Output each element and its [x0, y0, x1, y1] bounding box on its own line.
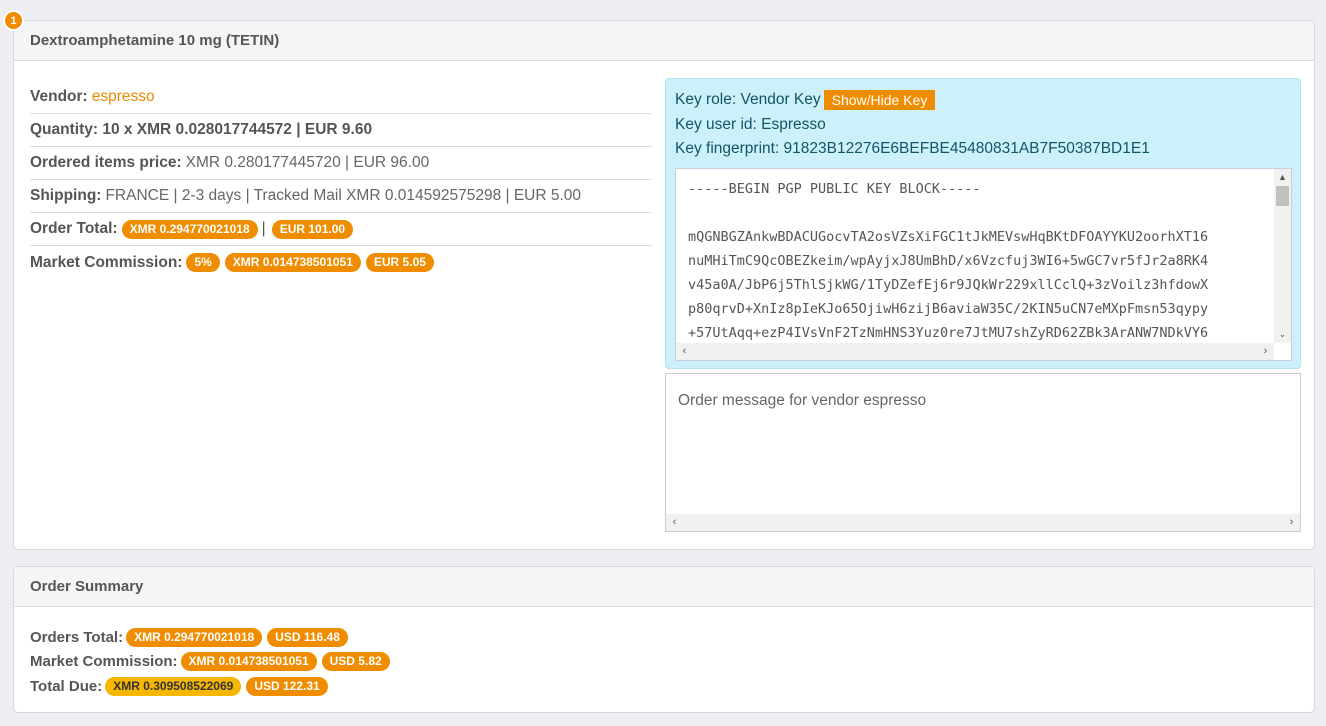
order-total-label: Order Total:	[30, 220, 118, 237]
commission-eur-badge: EUR 5.05	[365, 253, 434, 272]
scroll-up-icon[interactable]: ▲	[1274, 169, 1291, 186]
scroll-right-icon[interactable]: ›	[1283, 514, 1300, 531]
pgp-key-textarea[interactable]: -----BEGIN PGP PUBLIC KEY BLOCK----- mQG…	[675, 168, 1292, 361]
order-message-box: ‹ ›	[665, 373, 1301, 532]
summary-commission-row: Market Commission: XMR 0.014738501051 US…	[30, 650, 395, 675]
shipping-label: Shipping:	[30, 187, 102, 204]
shipping-row: Shipping: FRANCE | 2-3 days | Tracked Ma…	[30, 180, 652, 213]
commission-xmr-badge: XMR 0.014738501051	[224, 253, 361, 272]
pgp-vertical-scrollbar[interactable]: ▲ ⌄	[1274, 169, 1291, 343]
commission-pct-badge: 5%	[186, 253, 220, 272]
vendor-link[interactable]: espresso	[92, 88, 155, 106]
commission-row: Market Commission: 5% XMR 0.014738501051…	[30, 246, 652, 279]
order-total-xmr-badge: XMR 0.294770021018	[121, 219, 258, 239]
orders-total-row: Orders Total: XMR 0.294770021018 USD 116…	[30, 625, 395, 650]
key-role-line: Key role: Vendor Key Show/Hide Key	[675, 90, 936, 110]
summary-commission-label: Market Commission:	[30, 653, 178, 671]
quantity-text: Quantity: 10 x XMR 0.028017744572 | EUR …	[30, 121, 373, 138]
vendor-label: Vendor:	[30, 88, 88, 105]
pgp-horizontal-scrollbar[interactable]: ‹ ›	[676, 343, 1274, 360]
summary-commission-usd-badge: USD 5.82	[321, 652, 390, 672]
order-total-separator: |	[261, 220, 266, 237]
order-message-input[interactable]	[666, 374, 1300, 515]
shipping-value: FRANCE | 2-3 days | Tracked Mail XMR 0.0…	[105, 187, 582, 204]
ordered-price-value: XMR 0.280177445720 | EUR 96.00	[185, 154, 430, 171]
orders-total-usd-badge: USD 116.48	[267, 627, 348, 647]
commission-label: Market Commission:	[30, 253, 183, 271]
summary-commission-xmr-badge: XMR 0.014738501051	[180, 652, 317, 672]
item-number-badge: 1	[3, 10, 24, 31]
order-summary-panel: Order Summary Orders Total: XMR 0.294770…	[13, 566, 1315, 713]
order-summary-body: Orders Total: XMR 0.294770021018 USD 116…	[30, 625, 395, 699]
total-due-label: Total Due:	[30, 677, 103, 695]
key-role: Key role: Vendor Key	[675, 91, 821, 109]
orders-total-xmr-badge: XMR 0.294770021018	[126, 627, 263, 647]
order-details: Vendor: espresso Quantity: 10 x XMR 0.02…	[30, 81, 652, 279]
orders-total-label: Orders Total:	[30, 628, 124, 646]
scroll-left-icon[interactable]: ‹	[676, 343, 693, 360]
total-due-xmr-badge: XMR 0.309508522069	[105, 676, 242, 696]
ordered-price-row: Ordered items price: XMR 0.280177445720 …	[30, 147, 652, 180]
total-due-row: Total Due: XMR 0.309508522069 USD 122.31	[30, 674, 395, 699]
order-item-title: Dextroamphetamine 10 mg (TETIN)	[14, 21, 1314, 61]
order-total-eur-badge: EUR 101.00	[271, 219, 354, 239]
message-horizontal-scrollbar[interactable]: ‹ ›	[666, 514, 1300, 531]
ordered-price-label: Ordered items price:	[30, 154, 182, 171]
scroll-left-icon[interactable]: ‹	[666, 514, 683, 531]
order-total-row: Order Total: XMR 0.294770021018 | EUR 10…	[30, 213, 652, 246]
scroll-right-icon[interactable]: ›	[1257, 343, 1274, 360]
scroll-thumb[interactable]	[1276, 186, 1289, 206]
order-summary-title: Order Summary	[14, 567, 1314, 607]
order-item-panel: Dextroamphetamine 10 mg (TETIN) Vendor: …	[13, 20, 1315, 550]
scroll-down-icon[interactable]: ⌄	[1274, 326, 1291, 343]
key-fingerprint: Key fingerprint: 91823B12276E6BEFBE45480…	[675, 140, 1150, 157]
total-due-usd-badge: USD 122.31	[246, 676, 328, 696]
show-hide-key-button[interactable]: Show/Hide Key	[823, 90, 936, 110]
key-user-id: Key user id: Espresso	[675, 116, 826, 133]
vendor-key-box: Key role: Vendor Key Show/Hide Key Key us…	[665, 78, 1301, 369]
quantity-row: Quantity: 10 x XMR 0.028017744572 | EUR …	[30, 114, 652, 147]
pgp-key-text: -----BEGIN PGP PUBLIC KEY BLOCK----- mQG…	[688, 181, 1209, 340]
vendor-row: Vendor: espresso	[30, 81, 652, 114]
